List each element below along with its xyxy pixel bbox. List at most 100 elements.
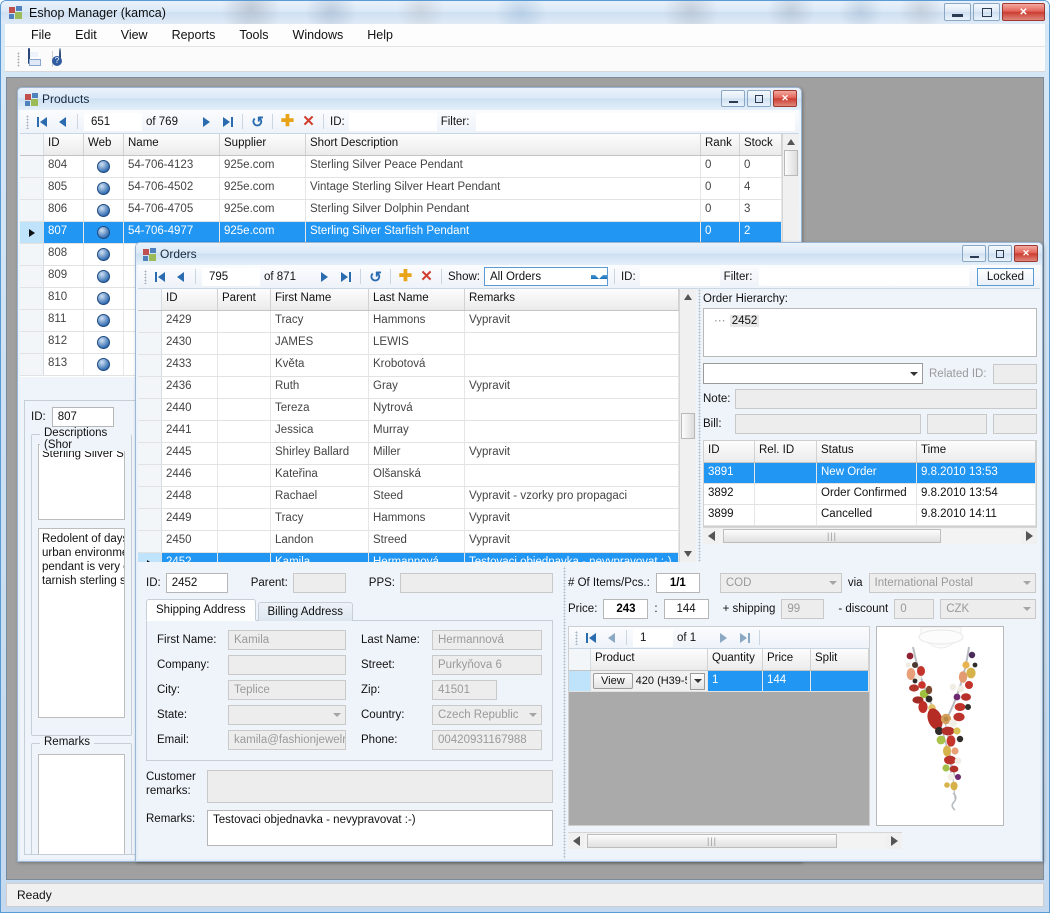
order-first-name-cell[interactable]: Květa — [271, 355, 369, 376]
status-time-cell[interactable]: 9.8.2010 13:53 — [917, 463, 1036, 483]
product-id-value[interactable]: 807 — [51, 407, 114, 427]
table-row[interactable]: 2440 Tereza Nytrová — [138, 399, 679, 421]
order-remarks-input[interactable]: Testovaci objednavka - nevypravovat :-) — [207, 810, 553, 846]
row-header[interactable] — [138, 443, 162, 464]
product-rank-cell[interactable]: 0 — [701, 200, 740, 221]
table-row[interactable]: 2433 Květa Krobotová — [138, 355, 679, 377]
item-price-cell[interactable]: 144 — [763, 671, 811, 691]
order-id-cell[interactable]: 2446 — [162, 465, 218, 486]
products-next-record-icon[interactable] — [198, 113, 215, 130]
product-id-cell[interactable]: 808 — [44, 244, 84, 265]
product-web-cell[interactable] — [84, 200, 124, 221]
order-items-hscrollbar[interactable]: ||| — [568, 832, 902, 849]
items-col-product[interactable]: Product — [591, 649, 708, 670]
order-detail-splitter[interactable] — [561, 566, 568, 859]
customer-remarks-input[interactable] — [207, 770, 553, 803]
menu-file[interactable]: File — [19, 25, 63, 45]
status-status-cell[interactable]: Order Confirmed — [817, 484, 917, 504]
products-filter-input[interactable] — [476, 112, 795, 131]
row-header[interactable] — [138, 531, 162, 552]
web-icon[interactable] — [97, 204, 110, 217]
row-header[interactable] — [138, 377, 162, 398]
order-last-name-cell[interactable]: Steed — [369, 487, 465, 508]
order-hierarchy-tree[interactable]: ⋯ 2452 — [703, 308, 1037, 357]
order-first-name-cell[interactable]: Landon — [271, 531, 369, 552]
toolbar-grip[interactable] — [17, 51, 20, 67]
order-id-value[interactable]: 2452 — [165, 573, 228, 593]
orders-id-input[interactable] — [639, 267, 720, 286]
order-last-name-cell[interactable]: Gray — [369, 377, 465, 398]
status-rel-id-cell[interactable] — [755, 463, 817, 483]
status-col-status[interactable]: Status — [817, 441, 917, 462]
orders-last-record-icon[interactable] — [337, 268, 354, 285]
orders-nav-grip[interactable] — [144, 269, 147, 284]
product-stock-cell[interactable]: 0 — [740, 156, 782, 177]
orders-close-button[interactable]: ✕ — [1014, 245, 1038, 262]
order-hierarchy-node[interactable]: 2452 — [729, 315, 760, 327]
order-first-name-cell[interactable]: Kateřina — [271, 465, 369, 486]
country-dropdown[interactable]: Czech Republic — [432, 705, 542, 725]
chevron-down-icon[interactable] — [690, 672, 705, 690]
product-rank-cell[interactable]: 0 — [701, 178, 740, 199]
order-remarks-cell[interactable]: Testovaci objednavka - nevypravovat :-) — [465, 553, 679, 562]
items-nav-grip[interactable] — [575, 630, 578, 645]
orders-vertical-scrollbar[interactable] — [679, 289, 696, 562]
order-id-cell[interactable]: 2440 — [162, 399, 218, 420]
table-row[interactable]: 2446 Kateřina Olšanská — [138, 465, 679, 487]
row-header[interactable] — [20, 156, 44, 177]
product-web-cell[interactable] — [84, 222, 124, 243]
chevron-down-icon[interactable] — [825, 581, 841, 585]
menu-reports[interactable]: Reports — [160, 25, 228, 45]
products-previous-record-icon[interactable] — [54, 113, 71, 130]
products-id-input[interactable] — [348, 112, 437, 131]
order-last-name-cell[interactable]: Hammons — [369, 311, 465, 332]
status-col-time[interactable]: Time — [917, 441, 1036, 462]
order-last-name-cell[interactable]: LEWIS — [369, 333, 465, 354]
tab-shipping-address[interactable]: Shipping Address — [146, 599, 256, 621]
product-web-cell[interactable] — [84, 156, 124, 177]
products-first-record-icon[interactable] — [33, 113, 50, 130]
order-parent-cell[interactable] — [218, 399, 271, 420]
orders-first-record-icon[interactable] — [151, 268, 168, 285]
close-button[interactable]: ✕ — [1002, 3, 1045, 21]
product-name-cell[interactable]: 54-706-4123 — [124, 156, 220, 177]
status-scroll-left-icon[interactable] — [703, 529, 719, 544]
orders-maximize-button[interactable] — [988, 245, 1012, 262]
order-remarks-cell[interactable]: Vypravit — [465, 509, 679, 530]
products-close-button[interactable]: ✕ — [773, 90, 797, 107]
order-id-cell[interactable]: 2441 — [162, 421, 218, 442]
status-col-rel-id[interactable]: Rel. ID — [755, 441, 817, 462]
items-previous-record-icon[interactable] — [603, 629, 620, 646]
items-last-record-icon[interactable] — [736, 629, 753, 646]
order-remarks-cell[interactable] — [465, 355, 679, 376]
row-header[interactable] — [138, 399, 162, 420]
chevron-down-icon[interactable] — [906, 371, 922, 376]
product-id-cell[interactable]: 804 — [44, 156, 84, 177]
orders-filter-input[interactable] — [759, 267, 969, 286]
orders-col-last-name[interactable]: Last Name — [369, 289, 465, 310]
order-remarks-cell[interactable]: Vypravit — [465, 311, 679, 332]
order-parent-cell[interactable] — [218, 465, 271, 486]
status-rel-id-cell[interactable] — [755, 505, 817, 525]
row-header[interactable] — [20, 354, 44, 375]
web-icon[interactable] — [97, 248, 110, 261]
order-parent-cell[interactable] — [218, 487, 271, 508]
item-product-cell[interactable]: View 420 (H39-50) — [591, 671, 708, 691]
order-item-row[interactable]: View 420 (H39-50) 1 144 — [569, 671, 869, 692]
order-remarks-cell[interactable]: Vypravit — [465, 531, 679, 552]
row-header[interactable] — [138, 421, 162, 442]
related-id-input[interactable] — [992, 363, 1037, 384]
product-stock-cell[interactable]: 2 — [740, 222, 782, 243]
order-first-name-cell[interactable]: Ruth — [271, 377, 369, 398]
products-scroll-thumb[interactable] — [784, 150, 798, 176]
status-time-cell[interactable]: 9.8.2010 14:11 — [917, 505, 1036, 525]
order-last-name-cell[interactable]: Streed — [369, 531, 465, 552]
first-name-input[interactable]: Kamila — [228, 630, 346, 650]
products-current-record-input[interactable]: 651 — [84, 112, 142, 131]
email-input[interactable]: kamila@fashionjewelry24 — [228, 730, 346, 750]
shipping-cost-input[interactable]: 99 — [781, 599, 825, 619]
currency-dropdown[interactable]: CZK — [940, 599, 1036, 619]
order-first-name-cell[interactable]: Tereza — [271, 399, 369, 420]
order-bill-extra1-input[interactable] — [927, 414, 987, 434]
orders-delete-record-icon[interactable]: ✕ — [418, 268, 435, 285]
